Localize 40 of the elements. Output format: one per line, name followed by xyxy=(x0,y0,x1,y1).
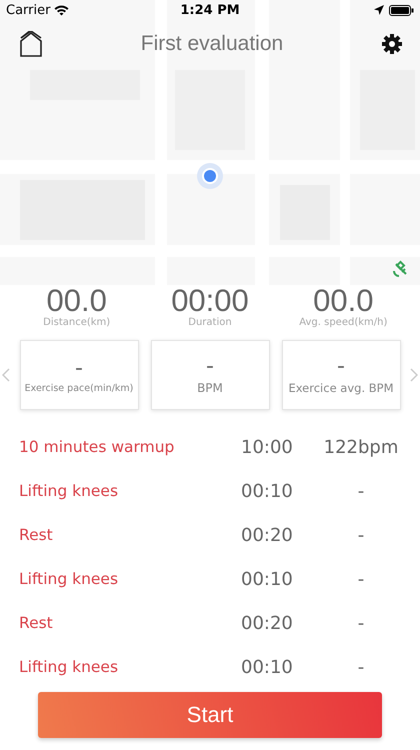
exercise-bpm: - xyxy=(356,480,366,502)
exercise-duration: 10:00 xyxy=(241,436,294,458)
battery-icon xyxy=(389,4,414,16)
exercise-name: Lifting knees xyxy=(19,570,120,588)
metric-value: - xyxy=(206,355,214,379)
metric-value: - xyxy=(75,356,83,380)
home-icon[interactable] xyxy=(20,31,42,57)
exercise-duration: 00:10 xyxy=(241,480,294,502)
stat-label: Duration xyxy=(188,317,232,328)
stat-value: 00:00 xyxy=(171,285,249,317)
exercise-name: Lifting knees xyxy=(19,482,120,500)
exercise-name: Rest xyxy=(19,526,54,544)
exercise-duration: 00:20 xyxy=(241,612,294,634)
exercise-bpm: - xyxy=(356,568,366,590)
exercise-bpm: - xyxy=(356,656,366,678)
location-dot xyxy=(197,163,223,189)
exercise-name: Lifting knees xyxy=(19,658,120,676)
stat-label: Avg. speed(km/h) xyxy=(299,317,388,328)
metric-label: Exercise pace(min/km) xyxy=(24,382,134,394)
exercise-name: Rest xyxy=(19,614,54,632)
stat-label: Distance(km) xyxy=(43,317,110,328)
exercise-bpm: - xyxy=(356,612,366,634)
exercise-duration: 00:10 xyxy=(241,568,294,590)
screen-title: First evaluation xyxy=(140,32,284,56)
carrier-label: Carrier xyxy=(6,2,50,18)
exercise-bpm: 122bpm xyxy=(322,436,400,458)
exercise-duration: 00:20 xyxy=(241,524,294,546)
metric-label: BPM xyxy=(197,381,223,395)
wifi-icon xyxy=(54,4,70,16)
stat-value: 00.0 xyxy=(46,285,107,317)
settings-icon[interactable] xyxy=(382,34,402,54)
metric-value: - xyxy=(337,355,345,379)
stat-value: 00.0 xyxy=(313,285,374,317)
status-time: 1:24 PM xyxy=(180,2,240,18)
exercise-name: 10 minutes warmup xyxy=(19,438,176,456)
exercise-bpm: - xyxy=(356,524,366,546)
exercise-duration: 00:10 xyxy=(241,656,294,678)
location-arrow-icon xyxy=(374,5,384,15)
start-button[interactable]: Start xyxy=(38,692,382,738)
metric-label: Exercice avg. BPM xyxy=(288,381,394,395)
